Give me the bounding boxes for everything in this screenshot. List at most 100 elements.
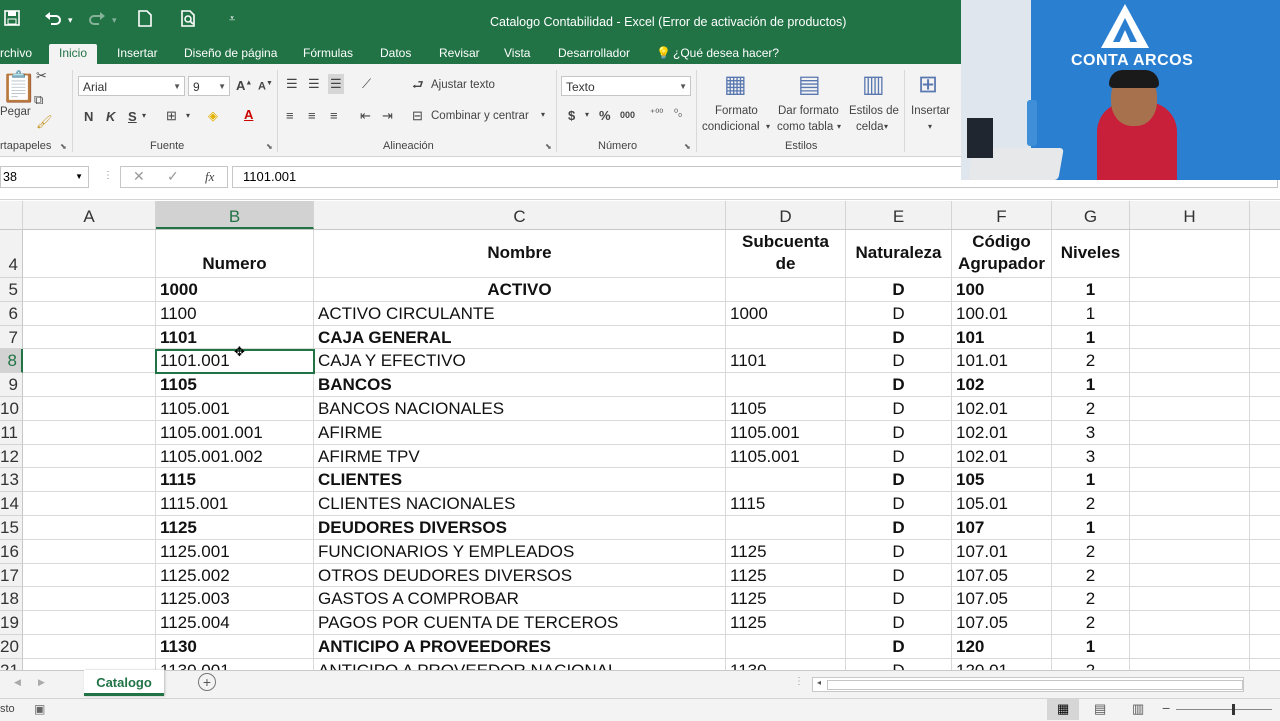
cell[interactable]: 3	[1052, 444, 1130, 469]
cell[interactable]: 101.01	[952, 349, 1052, 374]
cell[interactable]: D	[846, 349, 952, 374]
row-header[interactable]: 21	[0, 658, 23, 670]
cell[interactable]	[1130, 397, 1250, 421]
cell[interactable]: 1	[1052, 516, 1130, 540]
column-header-g[interactable]: G	[1052, 201, 1130, 229]
increase-decimal-icon[interactable]: ⁺⁰⁰	[650, 108, 663, 119]
cell[interactable]: D	[846, 373, 952, 397]
cell[interactable]: 107.01	[952, 539, 1052, 564]
column-header-more[interactable]	[1250, 201, 1280, 229]
zoom-out-icon[interactable]: −	[1162, 700, 1170, 716]
header-numero[interactable]: Numero	[156, 230, 314, 278]
tell-me-icon[interactable]: 💡	[656, 44, 671, 64]
tab-diseno-pagina[interactable]: Diseño de página	[184, 44, 277, 64]
normal-view-button[interactable]: ▦	[1047, 699, 1079, 720]
cell[interactable]	[23, 230, 156, 278]
cell[interactable]	[23, 539, 156, 564]
cell[interactable]	[1130, 420, 1250, 445]
row-header[interactable]: 14	[0, 492, 23, 516]
chevron-down-icon[interactable]: ▾	[585, 110, 589, 119]
cell[interactable]: 2	[1052, 539, 1130, 564]
cell[interactable]: D	[846, 563, 952, 588]
row-header[interactable]: 9	[0, 373, 23, 397]
enter-icon[interactable]: ✓	[167, 168, 179, 185]
cell-styles-label-1[interactable]: Estilos de	[849, 105, 899, 117]
cell[interactable]: BANCOS	[314, 373, 726, 397]
cell[interactable]: 107.05	[952, 587, 1052, 612]
tab-insertar[interactable]: Insertar	[117, 44, 158, 64]
row-header[interactable]: 18	[0, 587, 23, 612]
merge-center-button[interactable]: Combinar y centrar	[431, 110, 529, 122]
wrap-text-icon[interactable]: ⮐	[412, 76, 424, 98]
conditional-format-icon[interactable]: ▦	[724, 70, 747, 99]
chevron-down-icon[interactable]: ▾	[928, 122, 932, 131]
cell[interactable]: 1125	[156, 516, 314, 540]
chevron-down-icon[interactable]: ▾	[186, 111, 190, 120]
scroll-left-icon[interactable]: ◀	[14, 677, 21, 688]
cell[interactable]	[23, 611, 156, 635]
page-break-icon[interactable]: ▥	[1132, 701, 1144, 717]
table-format-icon[interactable]: ▤	[798, 70, 821, 99]
undo-dropdown-icon[interactable]: ▾	[68, 15, 73, 26]
cell[interactable]: 1105	[726, 397, 846, 421]
cell[interactable]	[726, 516, 846, 540]
row-header[interactable]: 4	[0, 230, 23, 278]
tab-datos[interactable]: Datos	[380, 44, 411, 64]
row-header[interactable]: 15	[0, 516, 23, 540]
cell[interactable]	[23, 444, 156, 469]
cell[interactable]: ACTIVO CIRCULANTE	[314, 301, 726, 326]
cell[interactable]: CAJA Y EFECTIVO	[314, 349, 726, 374]
cell[interactable]	[23, 373, 156, 397]
cell[interactable]: ANTICIPO A PROVEEDORES	[314, 635, 726, 659]
column-header-a[interactable]: A	[23, 201, 156, 229]
cell[interactable]	[1130, 563, 1250, 588]
row-header[interactable]: 10	[0, 397, 23, 421]
currency-button[interactable]: $	[568, 108, 575, 123]
cell[interactable]: FUNCIONARIOS Y EMPLEADOS	[314, 539, 726, 564]
cell[interactable]	[1250, 349, 1280, 374]
font-color-icon[interactable]: A	[244, 107, 253, 122]
cell[interactable]: 1115.001	[156, 492, 314, 516]
cell[interactable]	[1130, 611, 1250, 635]
chevron-down-icon[interactable]: ▾	[142, 111, 146, 120]
cell[interactable]: 1	[1052, 635, 1130, 659]
cell[interactable]	[1130, 587, 1250, 612]
cell[interactable]: 1105.001.001	[156, 420, 314, 445]
cell[interactable]	[1130, 468, 1250, 493]
cell[interactable]	[1130, 301, 1250, 326]
cell[interactable]: 1125.004	[156, 611, 314, 635]
cell[interactable]: 1125.003	[156, 587, 314, 612]
column-header-h[interactable]: H	[1130, 201, 1250, 229]
column-header-f[interactable]: F	[952, 201, 1052, 229]
cell[interactable]: 1	[1052, 373, 1130, 397]
cell[interactable]: 1000	[156, 278, 314, 302]
cell[interactable]	[726, 278, 846, 302]
cell[interactable]	[23, 587, 156, 612]
cell[interactable]: 102.01	[952, 444, 1052, 469]
cell[interactable]: 1000	[726, 301, 846, 326]
cell[interactable]: 1130.001	[156, 658, 314, 670]
name-box[interactable]: 38 ▼	[0, 166, 89, 188]
cell[interactable]: 102.01	[952, 397, 1052, 421]
cell[interactable]: 101	[952, 325, 1052, 350]
cell[interactable]	[1250, 635, 1280, 659]
cell[interactable]	[1250, 516, 1280, 540]
align-middle-icon[interactable]: ☰	[308, 76, 320, 92]
chevron-down-icon[interactable]: ▾	[837, 122, 841, 131]
cell[interactable]: 107.05	[952, 611, 1052, 635]
cell-styles-icon[interactable]: ▥	[862, 70, 885, 99]
cell[interactable]: OTROS DEUDORES DIVERSOS	[314, 563, 726, 588]
cell[interactable]	[23, 492, 156, 516]
cell[interactable]: 2	[1052, 492, 1130, 516]
undo-icon[interactable]	[44, 10, 62, 31]
wrap-text-button[interactable]: Ajustar texto	[431, 79, 495, 91]
insert-function-button[interactable]: fx	[205, 169, 214, 185]
cell[interactable]: CAJA GENERAL	[314, 325, 726, 350]
page-layout-icon[interactable]: ▤	[1094, 701, 1106, 717]
header-naturaleza[interactable]: Naturaleza	[846, 230, 952, 278]
cell[interactable]	[1250, 373, 1280, 397]
cell[interactable]: 1125	[726, 563, 846, 588]
table-format-label-1[interactable]: Dar formato	[778, 105, 839, 117]
row-header[interactable]: 11	[0, 420, 23, 445]
cell[interactable]: GASTOS A COMPROBAR	[314, 587, 726, 612]
